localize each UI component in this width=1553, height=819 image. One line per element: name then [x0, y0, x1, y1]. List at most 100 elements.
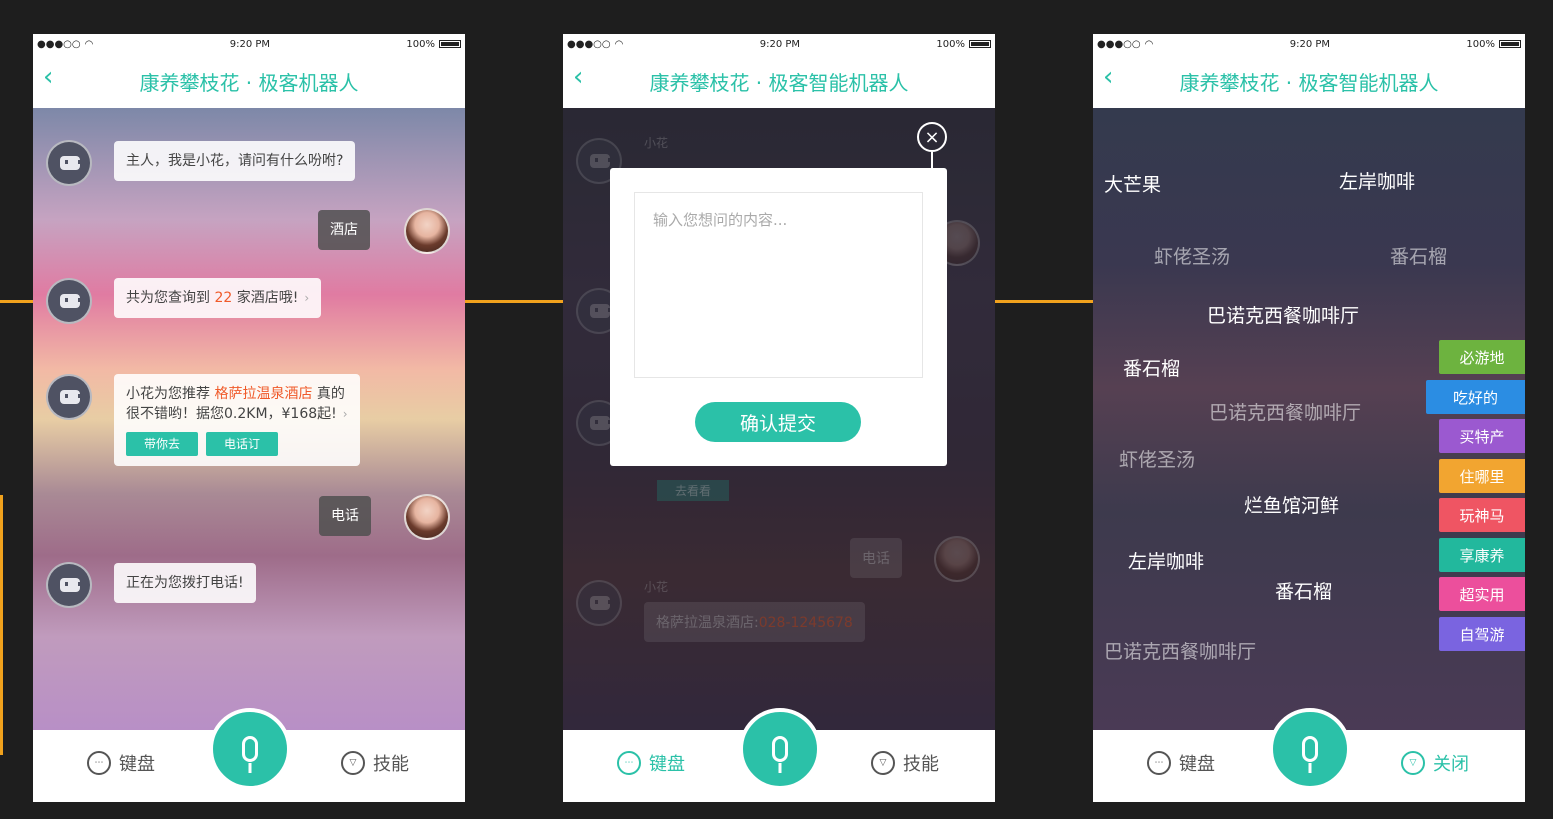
- flow-connector: [0, 495, 3, 755]
- tag-item[interactable]: 番石榴: [1275, 577, 1332, 604]
- message-text: 共为您查询到: [126, 290, 215, 306]
- category-eat[interactable]: 吃好的: [1426, 380, 1525, 414]
- chat-area[interactable]: 主人，我是小花，请问有什么吩咐? 酒店 共为您查询到 22 家酒店哦! › 小花为…: [33, 108, 465, 730]
- tag-item[interactable]: 巴诺克西餐咖啡厅: [1104, 637, 1256, 664]
- signal-icon: ●●●○○: [37, 38, 81, 50]
- flow-connector: [465, 300, 563, 303]
- close-connector: [931, 152, 933, 168]
- tag-item[interactable]: 虾佬圣汤: [1119, 445, 1195, 472]
- close-label: 关闭: [1433, 754, 1469, 775]
- tag-item[interactable]: 左岸咖啡: [1339, 167, 1415, 194]
- tag-cloud-area: 大芒果 左岸咖啡 虾佬圣汤 番石榴 巴诺克西餐咖啡厅 番石榴 巴诺克西餐咖啡厅 …: [1093, 108, 1525, 730]
- tag-item[interactable]: 巴诺克西餐咖啡厅: [1207, 301, 1359, 328]
- mic-button[interactable]: [209, 708, 291, 790]
- signal-icon: ●●●○○: [1097, 38, 1141, 50]
- close-skills-button[interactable]: ▽ 关闭: [1401, 750, 1469, 776]
- status-bar: ●●●○○ ◠ 9:20 PM 100%: [33, 34, 465, 54]
- keyboard-button[interactable]: ⋯ 键盘: [1147, 750, 1215, 776]
- keyboard-icon: ⋯: [617, 751, 641, 775]
- bot-message-recommend[interactable]: 小花为您推荐 格萨拉温泉酒店 真的 很不错哟！据您0.2KM，¥168起! › 带…: [114, 374, 360, 466]
- keyboard-button[interactable]: ⋯ 键盘: [87, 750, 155, 776]
- keyboard-icon: ⋯: [87, 751, 111, 775]
- category-specialty[interactable]: 买特产: [1439, 419, 1525, 453]
- status-time: 9:20 PM: [1289, 38, 1331, 50]
- keyboard-label: 键盘: [119, 754, 155, 775]
- tag-item[interactable]: 巴诺克西餐咖啡厅: [1209, 398, 1361, 425]
- skills-label: 技能: [903, 754, 939, 775]
- battery-icon: [968, 40, 991, 48]
- signal-icon: ●●●○○: [567, 38, 611, 50]
- skills-icon: ▽: [871, 751, 895, 775]
- robot-avatar: [46, 140, 92, 186]
- tag-item[interactable]: 番石榴: [1390, 242, 1447, 269]
- message-text: 家酒店哦!: [232, 290, 299, 306]
- category-wellness[interactable]: 享康养: [1439, 538, 1525, 572]
- page-title: 康养攀枝花 · 极客智能机器人: [649, 70, 909, 95]
- user-avatar: [404, 208, 450, 254]
- robot-avatar: [46, 562, 92, 608]
- skills-label: 技能: [373, 754, 409, 775]
- confirm-submit-button[interactable]: 确认提交: [695, 402, 861, 442]
- mic-button[interactable]: [1269, 708, 1351, 790]
- take-me-button[interactable]: 带你去: [126, 432, 199, 456]
- skills-icon: ▽: [1401, 751, 1425, 775]
- nav-header: ‹ 康养攀枝花 · 极客机器人: [33, 54, 465, 108]
- chevron-right-icon: ›: [342, 407, 348, 421]
- chevron-right-icon: ›: [304, 291, 310, 305]
- page-title: 康养攀枝花 · 极客智能机器人: [1179, 70, 1439, 95]
- user-message: 电话: [319, 496, 371, 536]
- skills-button[interactable]: ▽ 技能: [871, 750, 939, 776]
- tag-item[interactable]: 虾佬圣汤: [1154, 242, 1230, 269]
- wifi-icon: ◠: [1144, 38, 1154, 50]
- category-stay[interactable]: 住哪里: [1439, 459, 1525, 493]
- user-avatar: [404, 494, 450, 540]
- keyboard-label: 键盘: [1179, 754, 1215, 775]
- bottom-toolbar: ⋯ 键盘 ▽ 关闭: [1093, 708, 1525, 802]
- question-dialog: 确认提交: [610, 168, 947, 466]
- bot-message-hotel-count[interactable]: 共为您查询到 22 家酒店哦! ›: [114, 278, 322, 318]
- bottom-toolbar: ⋯ 键盘 ▽ 技能: [33, 708, 465, 802]
- category-self-drive[interactable]: 自驾游: [1439, 617, 1525, 651]
- message-text: 很不错哟！据您0.2KM，¥168起!: [126, 406, 337, 422]
- status-bar: ●●●○○ ◠ 9:20 PM 100%: [1093, 34, 1525, 54]
- skills-button[interactable]: ▽ 技能: [341, 750, 409, 776]
- bot-message: 主人，我是小花，请问有什么吩咐?: [114, 141, 356, 181]
- keyboard-button[interactable]: ⋯ 键盘: [617, 750, 685, 776]
- nav-header: ‹ 康养攀枝花 · 极客智能机器人: [1093, 54, 1525, 108]
- nav-header: ‹ 康养攀枝花 · 极客智能机器人: [563, 54, 995, 108]
- tag-item[interactable]: 大芒果: [1104, 170, 1161, 197]
- robot-avatar: [46, 374, 92, 420]
- mic-icon: [1302, 736, 1318, 773]
- status-bar: ●●●○○ ◠ 9:20 PM 100%: [563, 34, 995, 54]
- back-icon[interactable]: ‹: [1103, 62, 1113, 92]
- call-order-button[interactable]: 电话订: [206, 432, 279, 456]
- battery-icon: [1498, 40, 1521, 48]
- message-text: 小花为您推荐: [126, 386, 215, 402]
- back-icon[interactable]: ‹: [43, 62, 53, 92]
- keyboard-label: 键盘: [649, 754, 685, 775]
- keyboard-icon: ⋯: [1147, 751, 1171, 775]
- tag-item[interactable]: 左岸咖啡: [1128, 547, 1204, 574]
- question-input[interactable]: [634, 192, 923, 378]
- battery-percent: 100%: [406, 38, 435, 50]
- back-icon[interactable]: ‹: [573, 62, 583, 92]
- battery-icon: [438, 40, 461, 48]
- mic-button[interactable]: [739, 708, 821, 790]
- phone-screen-chat: ●●●○○ ◠ 9:20 PM 100% ‹ 康养攀枝花 · 极客机器人 主人，我…: [33, 34, 465, 802]
- status-time: 9:20 PM: [759, 38, 801, 50]
- tag-item[interactable]: 烂鱼馆河鲜: [1244, 491, 1339, 518]
- user-message: 酒店: [318, 210, 370, 250]
- battery-percent: 100%: [936, 38, 965, 50]
- mic-icon: [242, 736, 258, 773]
- message-text: 真的: [312, 386, 345, 402]
- flow-connector: [995, 300, 1093, 303]
- bottom-toolbar: ⋯ 键盘 ▽ 技能: [563, 708, 995, 802]
- tag-item[interactable]: 番石榴: [1123, 354, 1180, 381]
- close-icon[interactable]: ×: [917, 122, 947, 152]
- flow-connector: [0, 300, 33, 303]
- category-play[interactable]: 玩神马: [1439, 498, 1525, 532]
- category-practical[interactable]: 超实用: [1439, 577, 1525, 611]
- hotel-count: 22: [214, 290, 233, 306]
- category-must-visit[interactable]: 必游地: [1439, 340, 1525, 374]
- hotel-name: 格萨拉温泉酒店: [214, 386, 313, 402]
